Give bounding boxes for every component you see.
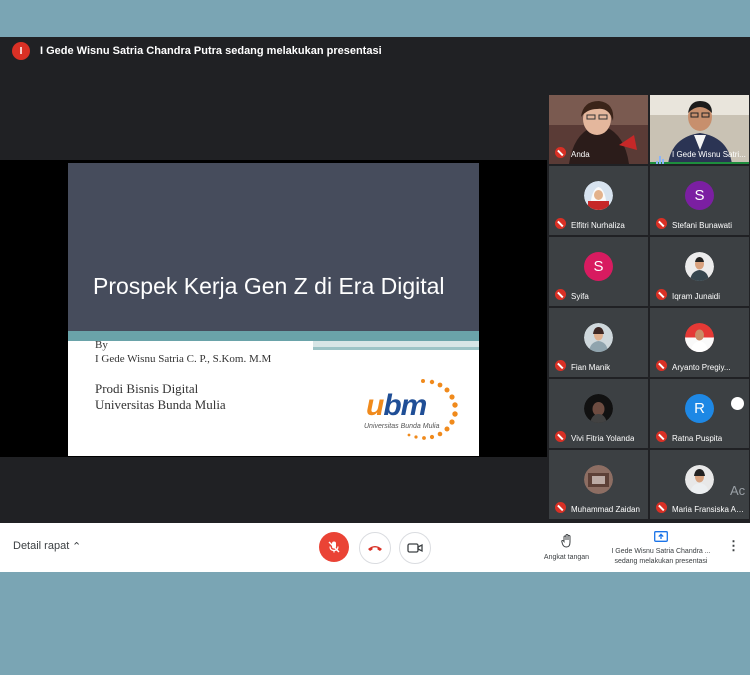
presenting-header: I I Gede Wisnu Satria Chandra Putra seda… xyxy=(0,37,750,65)
participant-avatar: R xyxy=(685,394,714,423)
present-screen-icon xyxy=(654,531,668,542)
mic-off-icon xyxy=(555,431,566,442)
participant-tile[interactable]: S Syifa xyxy=(549,237,648,306)
presentation-slide: Prospek Kerja Gen Z di Era Digital By I … xyxy=(68,163,479,456)
participant-name: Fian Manik xyxy=(571,363,611,372)
participant-tile[interactable]: S Stefani Bunawati xyxy=(650,166,749,235)
mic-off-icon xyxy=(555,502,566,513)
end-call-button[interactable] xyxy=(359,532,391,564)
ubm-logo: ubm Universitas Bunda Mulia xyxy=(358,375,468,445)
slide-by: By xyxy=(95,339,108,351)
slide-university: Universitas Bunda Mulia xyxy=(95,397,226,412)
presentation-stage: Prospek Kerja Gen Z di Era Digital By I … xyxy=(0,160,547,457)
mic-off-icon xyxy=(555,218,566,229)
participant-avatar xyxy=(584,465,613,494)
meeting-details-button[interactable]: Detail rapat xyxy=(13,540,69,552)
participant-tile[interactable]: Elfitri Nurhaliza xyxy=(549,166,648,235)
participant-tile[interactable]: Muhammad Zaidan xyxy=(549,450,648,519)
participant-avatar xyxy=(685,465,714,494)
presenting-line2: sedang melakukan presentasi xyxy=(614,558,708,565)
mic-off-icon xyxy=(656,289,667,300)
hand-icon xyxy=(560,533,570,548)
slide-author: I Gede Wisnu Satria C. P., S.Kom. M.M xyxy=(95,353,272,365)
slide-prodi: Prodi Bisnis Digital xyxy=(95,381,199,396)
activation-watermark: Ac xyxy=(730,483,746,498)
participant-name: Ratna Puspita xyxy=(672,434,723,443)
participant-tile[interactable]: Iqram Junaidi xyxy=(650,237,749,306)
participant-avatar xyxy=(584,394,613,423)
participant-grid: Anda I Gede Wisnu Satri... Elfitri Nurha… xyxy=(549,95,750,520)
participant-avatar xyxy=(584,323,613,352)
participant-avatar: S xyxy=(685,181,714,210)
participant-name: Aryanto Pregiy... xyxy=(672,363,731,372)
logo-subtitle: Universitas Bunda Mulia xyxy=(364,423,440,430)
raise-hand-label: Angkat tangan xyxy=(543,554,590,561)
participant-tile[interactable]: I Gede Wisnu Satri... xyxy=(650,95,749,164)
mic-toggle-button[interactable] xyxy=(319,532,349,562)
videocam-icon xyxy=(407,543,423,553)
participant-name: Stefani Bunawati xyxy=(672,221,733,230)
participant-avatar xyxy=(584,181,613,210)
participant-name: I Gede Wisnu Satri... xyxy=(672,150,746,159)
mic-off-icon xyxy=(656,431,667,442)
participant-name: Elfitri Nurhaliza xyxy=(571,221,625,230)
participant-name: Vivi Fitria Yolanda xyxy=(571,434,635,443)
mic-off-icon xyxy=(656,218,667,229)
slide-stripe-mid xyxy=(313,347,479,350)
meet-window: I I Gede Wisnu Satria Chandra Putra seda… xyxy=(0,37,750,572)
presenting-line1: I Gede Wisnu Satria Chandra ... xyxy=(611,548,711,555)
bottom-toolbar: Detail rapat ⌃ Angkat tangan I Gede Wisn xyxy=(0,523,750,572)
participant-tile[interactable]: Fian Manik xyxy=(549,308,648,377)
participant-name: Iqram Junaidi xyxy=(672,292,721,301)
participant-tile[interactable]: Vivi Fitria Yolanda xyxy=(549,379,648,448)
hang-up-icon xyxy=(368,546,382,551)
participant-tile[interactable]: Aryanto Pregiy... xyxy=(650,308,749,377)
present-now-button[interactable]: I Gede Wisnu Satria Chandra ... sedang m… xyxy=(606,529,716,567)
slide-title: Prospek Kerja Gen Z di Era Digital xyxy=(93,273,445,299)
participant-avatar: S xyxy=(584,252,613,281)
presenting-text: I Gede Wisnu Satria Chandra Putra sedang… xyxy=(40,45,382,57)
participant-name: Muhammad Zaidan xyxy=(571,505,640,514)
raised-hand-badge-icon xyxy=(731,397,744,410)
participant-tile[interactable]: Anda xyxy=(549,95,648,164)
mic-off-icon xyxy=(555,360,566,371)
camera-toggle-button[interactable] xyxy=(399,532,431,564)
participant-avatar xyxy=(685,323,714,352)
chevron-up-icon[interactable]: ⌃ xyxy=(72,540,81,553)
mic-off-icon xyxy=(656,360,667,371)
participant-tile[interactable]: R Ratna Puspita xyxy=(650,379,749,448)
mic-off-icon xyxy=(555,289,566,300)
mic-off-icon xyxy=(328,541,340,553)
participant-avatar xyxy=(685,252,714,281)
slide-title-area: Prospek Kerja Gen Z di Era Digital xyxy=(68,163,479,331)
slide-stripe xyxy=(68,331,479,341)
presenter-avatar: I xyxy=(12,42,30,60)
mic-off-icon xyxy=(555,147,566,158)
raise-hand-button[interactable]: Angkat tangan xyxy=(539,533,594,561)
logo-text: ubm xyxy=(366,389,427,422)
participant-name: Maria Fransiska Ap... xyxy=(672,505,747,514)
speaking-indicator-icon xyxy=(656,147,667,164)
more-options-icon[interactable]: ⋮ xyxy=(727,538,740,554)
mic-off-icon xyxy=(656,502,667,513)
participant-name: Syifa xyxy=(571,292,589,301)
participant-name: Anda xyxy=(571,150,590,159)
